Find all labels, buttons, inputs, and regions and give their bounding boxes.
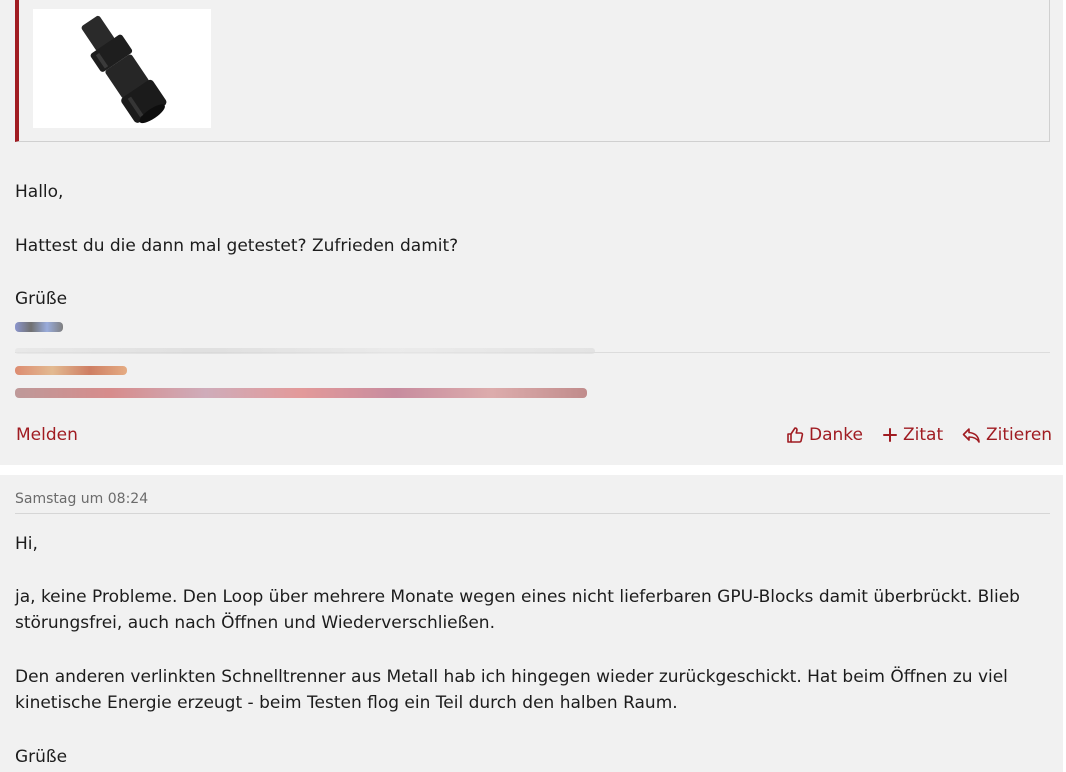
post-paragraph-1-line-1: ja, keine Probleme. Den Loop über mehrer…	[15, 587, 1020, 607]
reply-icon	[962, 427, 981, 444]
report-label: Melden	[16, 425, 78, 445]
signature-link-blurred[interactable]	[15, 366, 127, 375]
post-greeting: Hallo,	[15, 182, 64, 202]
post-paragraph-2-line-1: Den anderen verlinkten Schnelltrenner au…	[15, 667, 1008, 687]
post-greeting: Hi,	[15, 534, 38, 554]
report-link[interactable]: Melden	[16, 423, 78, 447]
signature-text-blurred	[15, 348, 595, 354]
post-paragraph-2-line-2: kinetische Energie erzeugt - beim Testen…	[15, 693, 678, 713]
signature-links-blurred[interactable]	[15, 388, 587, 398]
thumbs-up-icon	[786, 426, 804, 444]
quote-reply-button[interactable]: Zitieren	[962, 423, 1052, 447]
post-closing: Grüße	[15, 747, 68, 767]
thanks-button[interactable]: Danke	[786, 423, 863, 447]
thanks-label: Danke	[809, 425, 863, 445]
coupling-product-image	[81, 15, 167, 124]
signature-name-blurred	[15, 322, 63, 332]
coupling-image[interactable]	[33, 9, 211, 128]
post-question: Hattest du die dann mal getestet? Zufrie…	[15, 236, 459, 256]
forum-post: Hallo, Hattest du die dann mal getestet?…	[0, 0, 1063, 465]
timestamp-divider	[15, 513, 1050, 514]
post-paragraph-1-line-2: störungsfrei, auch nach Öffnen und Wiede…	[15, 613, 495, 633]
plus-icon	[882, 427, 898, 443]
quote-add-label: Zitat	[903, 425, 944, 445]
post-timestamp[interactable]: Samstag um 08:24	[15, 491, 148, 507]
quote-add-button[interactable]: Zitat	[882, 423, 943, 447]
forum-post: Samstag um 08:24 Hi, ja, keine Probleme.…	[0, 475, 1063, 772]
quote-reply-label: Zitieren	[986, 425, 1053, 445]
quote-block	[15, 0, 1050, 142]
post-closing: Grüße	[15, 289, 68, 309]
